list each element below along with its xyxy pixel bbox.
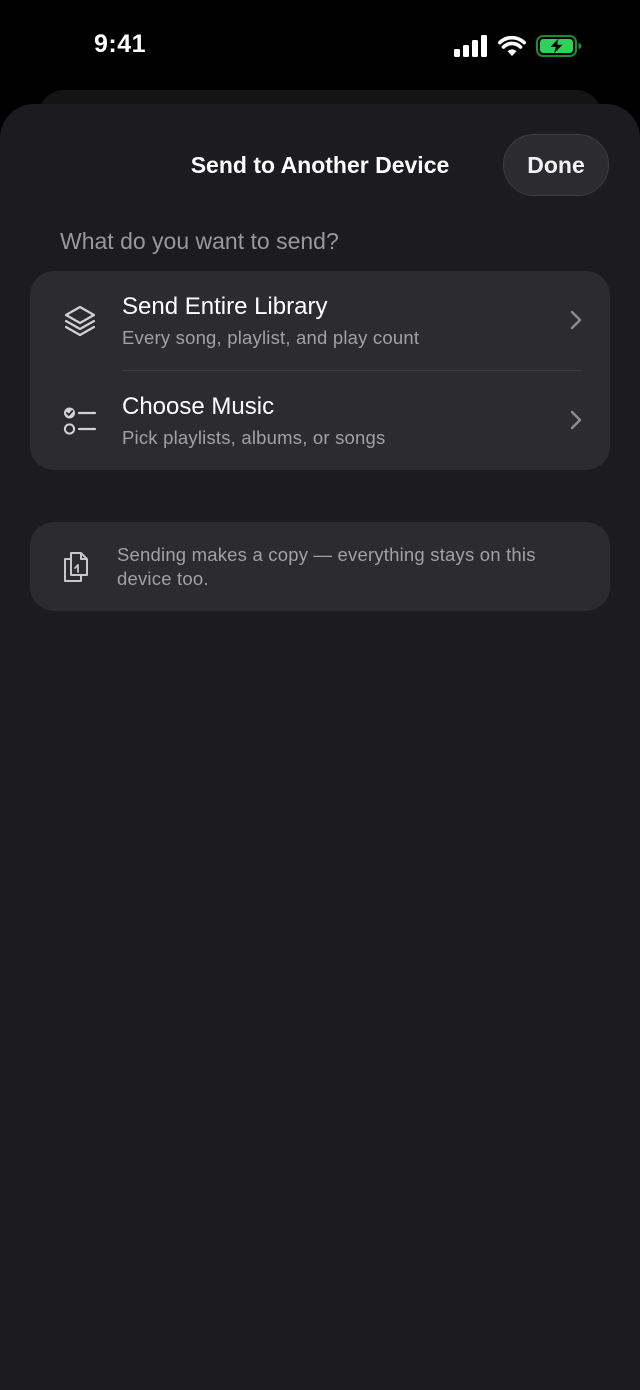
section-heading: What do you want to send?	[60, 228, 339, 254]
status-time: 9:41	[94, 30, 147, 58]
wifi-icon	[498, 35, 526, 62]
chevron-right-icon	[570, 410, 582, 430]
option-subtitle: Pick playlists, albums, or songs	[122, 427, 386, 448]
options-card: Send Entire Library Every song, playlist…	[30, 271, 610, 470]
chevron-right-icon	[570, 310, 582, 330]
status-icons	[454, 35, 582, 62]
copy-documents-icon	[62, 551, 90, 583]
send-sheet: Send to Another Device Done What do you …	[0, 104, 640, 1390]
option-subtitle: Every song, playlist, and play count	[122, 327, 420, 348]
checklist-icon	[63, 404, 97, 438]
send-entire-library-option[interactable]: Send Entire Library Every song, playlist…	[30, 271, 610, 370]
option-title: Send Entire Library	[122, 293, 328, 320]
copy-info-card: Sending makes a copy — everything stays …	[30, 522, 610, 611]
status-bar: 9:41	[0, 0, 640, 92]
copy-info-text: Sending makes a copy — everything stays …	[117, 544, 536, 589]
layers-icon	[63, 304, 97, 338]
option-title: Choose Music	[122, 393, 275, 420]
battery-charging-icon	[536, 35, 582, 62]
cellular-signal-icon	[454, 35, 488, 62]
done-button[interactable]: Done	[503, 134, 609, 196]
choose-music-option[interactable]: Choose Music Pick playlists, albums, or …	[30, 371, 610, 470]
